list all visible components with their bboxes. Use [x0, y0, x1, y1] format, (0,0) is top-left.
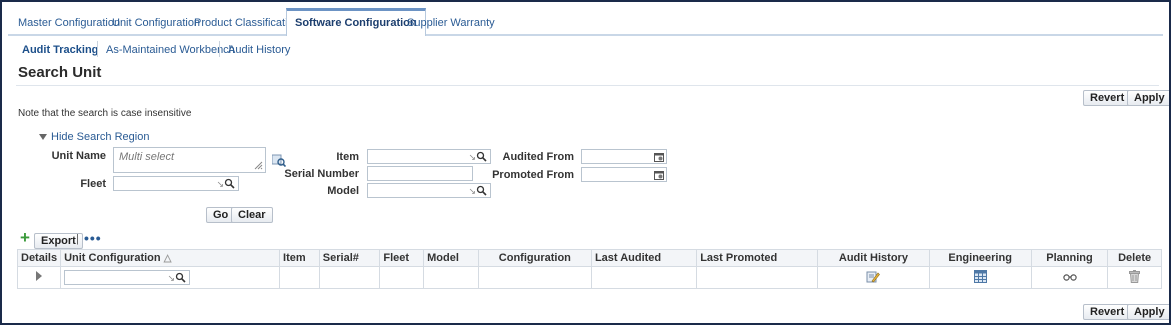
- planning-cell: [1030, 266, 1109, 289]
- hide-search-region-link[interactable]: Hide Search Region: [51, 131, 149, 143]
- last-audited-cell: [590, 266, 698, 289]
- item-search-icon[interactable]: [476, 151, 487, 162]
- more-actions-icon[interactable]: •••: [84, 230, 102, 246]
- column-header-delete: Delete: [1107, 249, 1162, 267]
- collapse-triangle-icon[interactable]: [39, 134, 47, 140]
- serial-number-input[interactable]: [367, 166, 473, 181]
- column-header-planning: Planning: [1030, 249, 1109, 267]
- unit-configuration-header-label: Unit Configuration: [64, 252, 161, 264]
- trash-icon[interactable]: [1129, 269, 1141, 283]
- lov-arrow-icon: ↘: [216, 179, 224, 189]
- fleet-cell: [379, 266, 425, 289]
- item-label: Item: [336, 151, 359, 163]
- apply-button-top[interactable]: Apply: [1127, 90, 1169, 106]
- subtab-as-maintained-workbench[interactable]: As-Maintained Workbench: [106, 43, 235, 57]
- serial-cell: [318, 266, 381, 289]
- last-promoted-cell: [696, 266, 819, 289]
- fleet-search-icon[interactable]: [224, 178, 235, 189]
- configuration-cell: [477, 266, 592, 289]
- promoted-from-date[interactable]: [581, 167, 667, 182]
- audited-from-label: Audited From: [502, 151, 575, 163]
- column-header-details: Details: [16, 249, 62, 267]
- fleet-input[interactable]: ↘: [113, 176, 239, 191]
- item-cell: [279, 266, 320, 289]
- subtab-audit-tracking[interactable]: Audit Tracking: [22, 43, 98, 57]
- table-header-row: Details Unit Configuration △ Item Serial…: [16, 249, 1162, 267]
- delete-cell: [1107, 266, 1162, 289]
- lov-arrow-icon: ↘: [468, 186, 476, 196]
- fleet-label: Fleet: [80, 178, 106, 190]
- tab-supplier-warranty[interactable]: Supplier Warranty: [399, 10, 503, 36]
- resize-grip-icon: [254, 161, 263, 170]
- revert-button-bottom[interactable]: Revert: [1083, 304, 1132, 320]
- calendar-icon[interactable]: [654, 152, 664, 162]
- spreadsheet-icon[interactable]: [973, 269, 987, 283]
- column-header-last-promoted: Last Promoted: [696, 249, 819, 267]
- model-cell: [423, 266, 479, 289]
- model-input[interactable]: ↘: [367, 183, 491, 198]
- page-title: Search Unit: [18, 64, 102, 81]
- subtab-audit-history[interactable]: Audit History: [228, 43, 290, 57]
- table-row: ↘: [16, 266, 1162, 289]
- clear-button[interactable]: Clear: [231, 207, 273, 223]
- column-header-model: Model: [423, 249, 479, 267]
- results-table: Details Unit Configuration △ Item Serial…: [16, 249, 1162, 289]
- edit-icon[interactable]: [866, 270, 881, 283]
- item-input[interactable]: ↘: [367, 149, 491, 164]
- case-insensitive-note: Note that the search is case insensitive: [18, 108, 192, 119]
- calendar-icon[interactable]: [654, 170, 664, 180]
- expand-details-icon[interactable]: [36, 271, 43, 281]
- lov-arrow-icon: ↘: [167, 273, 176, 283]
- serial-number-label: Serial Number: [284, 168, 359, 180]
- audit-history-cell: [817, 266, 930, 289]
- title-divider: [16, 85, 1159, 86]
- add-icon[interactable]: +: [20, 229, 30, 246]
- unit-name-placeholder: Multi select: [119, 151, 175, 163]
- page-frame: Master Configuration Unit Configuration …: [0, 0, 1171, 325]
- unit-name-label: Unit Name: [51, 150, 106, 162]
- toolbar-separator: |: [76, 233, 79, 245]
- unit-configuration-search-icon[interactable]: [175, 272, 186, 283]
- column-header-audit-history: Audit History: [817, 249, 930, 267]
- promoted-from-label: Promoted From: [492, 169, 574, 181]
- column-header-last-audited: Last Audited: [590, 249, 698, 267]
- column-header-unit-configuration[interactable]: Unit Configuration △: [60, 249, 281, 267]
- engineering-cell: [928, 266, 1032, 289]
- subtab-separator: [219, 41, 220, 57]
- column-header-fleet: Fleet: [379, 249, 425, 267]
- model-search-icon[interactable]: [476, 185, 487, 196]
- column-header-engineering: Engineering: [928, 249, 1032, 267]
- revert-button-top[interactable]: Revert: [1083, 90, 1132, 106]
- sort-ascending-icon[interactable]: △: [164, 253, 172, 264]
- audited-from-date[interactable]: [581, 149, 667, 164]
- apply-button-bottom[interactable]: Apply: [1127, 304, 1169, 320]
- unit-configuration-input[interactable]: ↘: [64, 270, 191, 285]
- unit-configuration-cell: ↘: [60, 266, 281, 289]
- multi-select-search-icon[interactable]: [272, 154, 286, 167]
- glasses-icon[interactable]: [1062, 273, 1077, 281]
- lov-arrow-icon: ↘: [468, 152, 476, 162]
- subtab-separator: [97, 41, 98, 57]
- column-header-serial: Serial#: [318, 249, 381, 267]
- model-label: Model: [327, 185, 359, 197]
- column-header-configuration: Configuration: [477, 249, 592, 267]
- details-cell[interactable]: [16, 266, 62, 289]
- column-header-item: Item: [279, 249, 320, 267]
- unit-name-multiselect[interactable]: Multi select: [113, 147, 266, 173]
